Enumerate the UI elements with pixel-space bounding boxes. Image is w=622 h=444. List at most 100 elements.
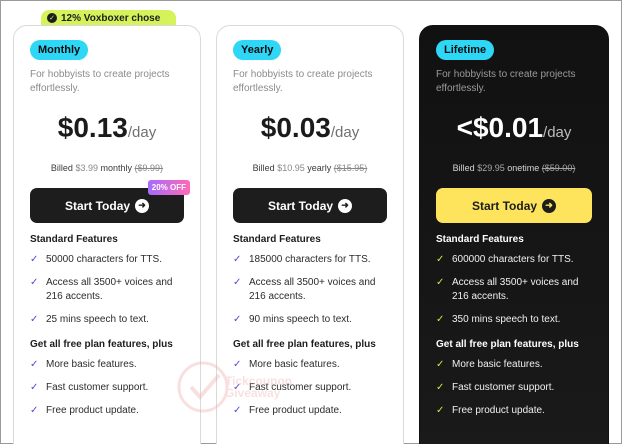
billed-prefix: Billed xyxy=(452,163,475,173)
extra-feature-item: ✓ Free product update. xyxy=(436,404,592,418)
billed-original-price: ($15.95) xyxy=(333,163,368,173)
check-icon: ✓ xyxy=(436,405,445,416)
plan-description: For hobbyists to create projects effortl… xyxy=(436,69,576,94)
arrow-right-icon: ➜ xyxy=(135,198,150,213)
feature-item: ✓ 50000 characters for TTS. xyxy=(30,253,184,267)
feature-text: Fast customer support. xyxy=(249,382,352,393)
feature-item: ✓ Access all 3500+ voices and 216 accents… xyxy=(436,276,592,304)
extra-feature-item: ✓ Free product update. xyxy=(30,404,184,418)
feature-text: More basic features. xyxy=(452,359,543,370)
start-today-label: Start Today xyxy=(267,198,334,213)
feature-text: Free product update. xyxy=(452,405,545,416)
plan-description: For hobbyists to create projects effortl… xyxy=(30,69,170,94)
start-today-button[interactable]: Start Today ➜ xyxy=(233,188,387,223)
billing-info: Billed $29.95 onetime ($59.00) xyxy=(436,163,592,175)
price-unit: /day xyxy=(330,124,360,141)
check-icon: ✓ xyxy=(233,359,242,370)
check-icon: ✓ xyxy=(30,382,39,393)
plan-name: Lifetime xyxy=(436,40,495,60)
feature-text: More basic features. xyxy=(249,359,340,370)
check-icon: ✓ xyxy=(233,314,242,325)
check-icon: ✓ xyxy=(436,254,445,265)
standard-features-title: Standard Features xyxy=(233,234,321,245)
plan-name: Yearly xyxy=(233,40,282,60)
popularity-badge-text: 12% Voxboxer chose xyxy=(61,12,161,24)
feature-item: ✓ Access all 3500+ voices and 216 accents… xyxy=(233,276,387,304)
billing-info: Billed $3.99 monthly ($9.99) xyxy=(30,163,184,175)
extra-feature-item: ✓ More basic features. xyxy=(30,358,184,372)
start-today-label: Start Today xyxy=(64,198,131,213)
start-today-button[interactable]: Start Today ➜ 20% OFF xyxy=(30,180,190,223)
extra-features-title: Get all free plan features, plus xyxy=(30,339,173,350)
billed-amount: $29.95 xyxy=(477,163,505,173)
standard-features-title: Standard Features xyxy=(436,234,524,245)
price-row: <$0.01/day xyxy=(436,112,592,146)
check-icon: ✓ xyxy=(436,314,445,325)
check-icon: ✓ xyxy=(30,405,39,416)
check-icon: ✓ xyxy=(233,405,242,416)
price-row: $0.03/day xyxy=(233,112,387,146)
feature-item: ✓ 25 mins speech to text. xyxy=(30,313,184,327)
check-icon: ✓ xyxy=(233,277,242,288)
check-icon: ✓ xyxy=(436,382,445,393)
check-icon: ✓ xyxy=(30,277,39,288)
plan-name: Monthly xyxy=(30,40,89,60)
billed-prefix: Billed xyxy=(252,163,275,173)
extra-feature-item: ✓ Free product update. xyxy=(233,404,387,418)
feature-text: Access all 3500+ voices and 216 accents. xyxy=(249,277,376,302)
billed-original-price: ($59.00) xyxy=(541,163,576,173)
extra-features-title: Get all free plan features, plus xyxy=(436,339,579,350)
extra-feature-item: ✓ More basic features. xyxy=(233,358,387,372)
price: $0.13 xyxy=(57,112,128,143)
feature-text: Free product update. xyxy=(46,405,139,416)
feature-text: Access all 3500+ voices and 216 accents. xyxy=(46,277,173,302)
extra-feature-item: ✓ Fast customer support. xyxy=(233,381,387,395)
check-icon: ✓ xyxy=(30,314,39,325)
feature-item: ✓ 350 mins speech to text. xyxy=(436,313,592,327)
extra-features-title: Get all free plan features, plus xyxy=(233,339,376,350)
feature-text: 185000 characters for TTS. xyxy=(249,254,371,265)
feature-text: Fast customer support. xyxy=(46,382,149,393)
plan-description: For hobbyists to create projects effortl… xyxy=(233,69,373,94)
feature-text: 90 mins speech to text. xyxy=(249,314,352,325)
standard-features-title: Standard Features xyxy=(30,234,118,245)
extra-feature-item: ✓ More basic features. xyxy=(436,358,592,372)
arrow-right-icon: ➜ xyxy=(542,198,557,213)
billed-amount: $10.95 xyxy=(277,163,305,173)
feature-item: ✓ 185000 characters for TTS. xyxy=(233,253,387,267)
discount-tag: 20% OFF xyxy=(147,180,190,195)
billing-info: Billed $10.95 yearly ($15.95) xyxy=(233,163,387,175)
extra-feature-item: ✓ Fast customer support. xyxy=(436,381,592,395)
billed-original-price: ($9.99) xyxy=(134,163,164,173)
feature-item: ✓ Access all 3500+ voices and 216 accents… xyxy=(30,276,184,304)
feature-text: 50000 characters for TTS. xyxy=(46,254,162,265)
feature-item: ✓ 600000 characters for TTS. xyxy=(436,253,592,267)
price-unit: /day xyxy=(543,124,572,141)
price-unit: /day xyxy=(127,124,157,141)
billed-amount: $3.99 xyxy=(75,163,98,173)
feature-text: 350 mins speech to text. xyxy=(452,314,561,325)
start-today-label: Start Today xyxy=(471,198,538,213)
check-icon: ✓ xyxy=(233,254,242,265)
billed-period: monthly xyxy=(100,163,133,173)
plan-card-lifetime: Lifetime For hobbyists to create project… xyxy=(419,25,609,444)
check-circle-icon: ✓ xyxy=(47,13,57,23)
feature-text: 600000 characters for TTS. xyxy=(452,254,574,265)
check-icon: ✓ xyxy=(30,254,39,265)
check-icon: ✓ xyxy=(30,359,39,370)
billed-period: yearly xyxy=(307,163,332,173)
extra-feature-item: ✓ Fast customer support. xyxy=(30,381,184,395)
price-row: $0.13/day xyxy=(30,112,184,146)
billed-prefix: Billed xyxy=(50,163,73,173)
billed-period: onetime xyxy=(507,163,540,173)
price: $0.03 xyxy=(260,112,331,143)
popularity-badge: ✓ 12% Voxboxer chose xyxy=(41,10,176,26)
plan-card-monthly: Monthly For hobbyists to create projects… xyxy=(13,25,201,444)
feature-item: ✓ 90 mins speech to text. xyxy=(233,313,387,327)
check-icon: ✓ xyxy=(436,277,445,288)
start-today-button[interactable]: Start Today ➜ xyxy=(436,188,592,223)
arrow-right-icon: ➜ xyxy=(338,198,353,213)
feature-text: Fast customer support. xyxy=(452,382,555,393)
feature-text: 25 mins speech to text. xyxy=(46,314,149,325)
price: <$0.01 xyxy=(456,112,544,143)
